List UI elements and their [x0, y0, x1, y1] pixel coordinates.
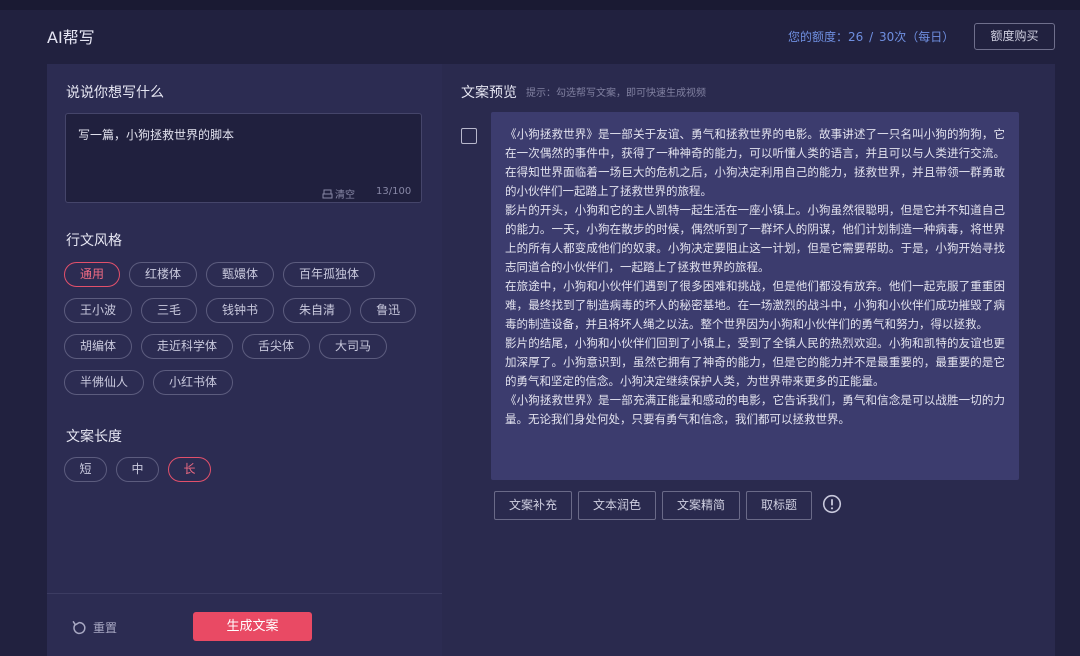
prompt-input[interactable]: 写一篇，小狗拯救世界的脚本 清空 13/100 — [65, 113, 422, 203]
style-chip[interactable]: 钱钟书 — [206, 298, 275, 323]
style-chip[interactable]: 走近科学体 — [141, 334, 234, 359]
style-chip[interactable]: 鲁迅 — [360, 298, 417, 323]
style-title: 行文风格 — [66, 233, 122, 249]
quota-separator: / — [865, 30, 877, 44]
style-chip[interactable]: 通用 — [64, 262, 121, 287]
style-chip[interactable]: 半佛仙人 — [64, 370, 145, 395]
style-chip[interactable]: 百年孤独体 — [283, 262, 376, 287]
refresh-icon — [72, 620, 86, 634]
select-copy-checkbox[interactable] — [461, 128, 477, 144]
style-chip[interactable]: 大司马 — [319, 334, 388, 359]
style-chip[interactable]: 胡编体 — [64, 334, 133, 359]
length-title: 文案长度 — [66, 429, 122, 445]
prompt-title: 说说你想写什么 — [66, 85, 164, 101]
action-bar: 文案补充 文本润色 文案精简 取标题 — [494, 491, 842, 520]
preview-panel: 文案预览 提示：勾选帮写文案，即可快速生成视频 《小狗拯救世界》是一部关于友谊、… — [442, 64, 1055, 656]
supplement-button[interactable]: 文案补充 — [494, 491, 573, 520]
input-panel: 说说你想写什么 写一篇，小狗拯救世界的脚本 清空 13/100 行文风格 通用红… — [47, 64, 442, 656]
style-chip[interactable]: 三毛 — [141, 298, 198, 323]
quota-display: 您的额度：26 / 30次（每日） — [788, 28, 954, 45]
copy-paragraph: 《小狗拯救世界》是一部关于友谊、勇气和拯救世界的电影。故事讲述了一只名叫小狗的狗… — [505, 127, 1005, 198]
alert-icon[interactable] — [822, 494, 842, 518]
polish-button[interactable]: 文本润色 — [578, 491, 657, 520]
prompt-text: 写一篇，小狗拯救世界的脚本 — [78, 128, 235, 142]
reset-label: 重置 — [93, 621, 118, 635]
simplify-button[interactable]: 文案精简 — [662, 491, 741, 520]
quota-used: 26 — [848, 30, 864, 44]
preview-hint: 提示：勾选帮写文案，即可快速生成视频 — [526, 88, 706, 99]
clear-button[interactable]: 清空 — [322, 186, 355, 201]
copy-paragraph: 影片的开头，小狗和它的主人凯特一起生活在一座小镇上。小狗虽然很聪明，但是它并不知… — [505, 203, 1005, 274]
style-chip[interactable]: 红楼体 — [129, 262, 198, 287]
preview-title: 文案预览 — [461, 85, 517, 101]
style-options: 通用 红楼体 甄嬛体 百年孤独体王小波 三毛 钱钟书 朱自清 鲁迅胡编体 走近科学体 舌尖体 大司马… — [64, 262, 424, 395]
app-title: AI帮写 — [47, 28, 95, 47]
divider — [47, 593, 442, 594]
style-chip[interactable]: 甄嬛体 — [206, 262, 275, 287]
copy-content: 《小狗拯救世界》是一部关于友谊、勇气和拯救世界的电影。故事讲述了一只名叫小狗的狗… — [491, 112, 1019, 480]
quota-total: 30次（每日） — [878, 30, 955, 44]
style-chip[interactable]: 朱自清 — [283, 298, 352, 323]
copy-paragraph: 影片的结尾，小狗和小伙伴们回到了小镇上，受到了全镇人民的热烈欢迎。小狗和凯特的友… — [505, 336, 1005, 388]
top-strip — [0, 0, 1080, 10]
title-button[interactable]: 取标题 — [746, 491, 813, 520]
length-chip[interactable]: 中 — [116, 457, 159, 482]
style-chip[interactable]: 王小波 — [64, 298, 133, 323]
char-count: 13/100 — [376, 186, 412, 197]
copy-paragraph: 在旅途中，小狗和小伙伴们遇到了很多困难和挑战，但是他们都没有放弃。他们一起克服了… — [505, 279, 1005, 331]
copy-paragraph: 《小狗拯救世界》是一部充满正能量和感动的电影，它告诉我们，勇气和信念是可以战胜一… — [505, 393, 1005, 426]
length-options: 短中长 — [64, 457, 424, 482]
eraser-icon — [322, 189, 333, 199]
style-chip[interactable]: 舌尖体 — [242, 334, 311, 359]
reset-button[interactable]: 重置 — [71, 619, 117, 636]
length-chip[interactable]: 短 — [64, 457, 107, 482]
buy-quota-button[interactable]: 额度购买 — [974, 23, 1055, 50]
style-chip[interactable]: 小红书体 — [153, 370, 234, 395]
generate-button[interactable]: 生成文案 — [193, 612, 312, 641]
clear-label: 清空 — [335, 190, 355, 201]
length-chip[interactable]: 长 — [168, 457, 211, 482]
quota-label: 您的额度： — [788, 30, 849, 44]
